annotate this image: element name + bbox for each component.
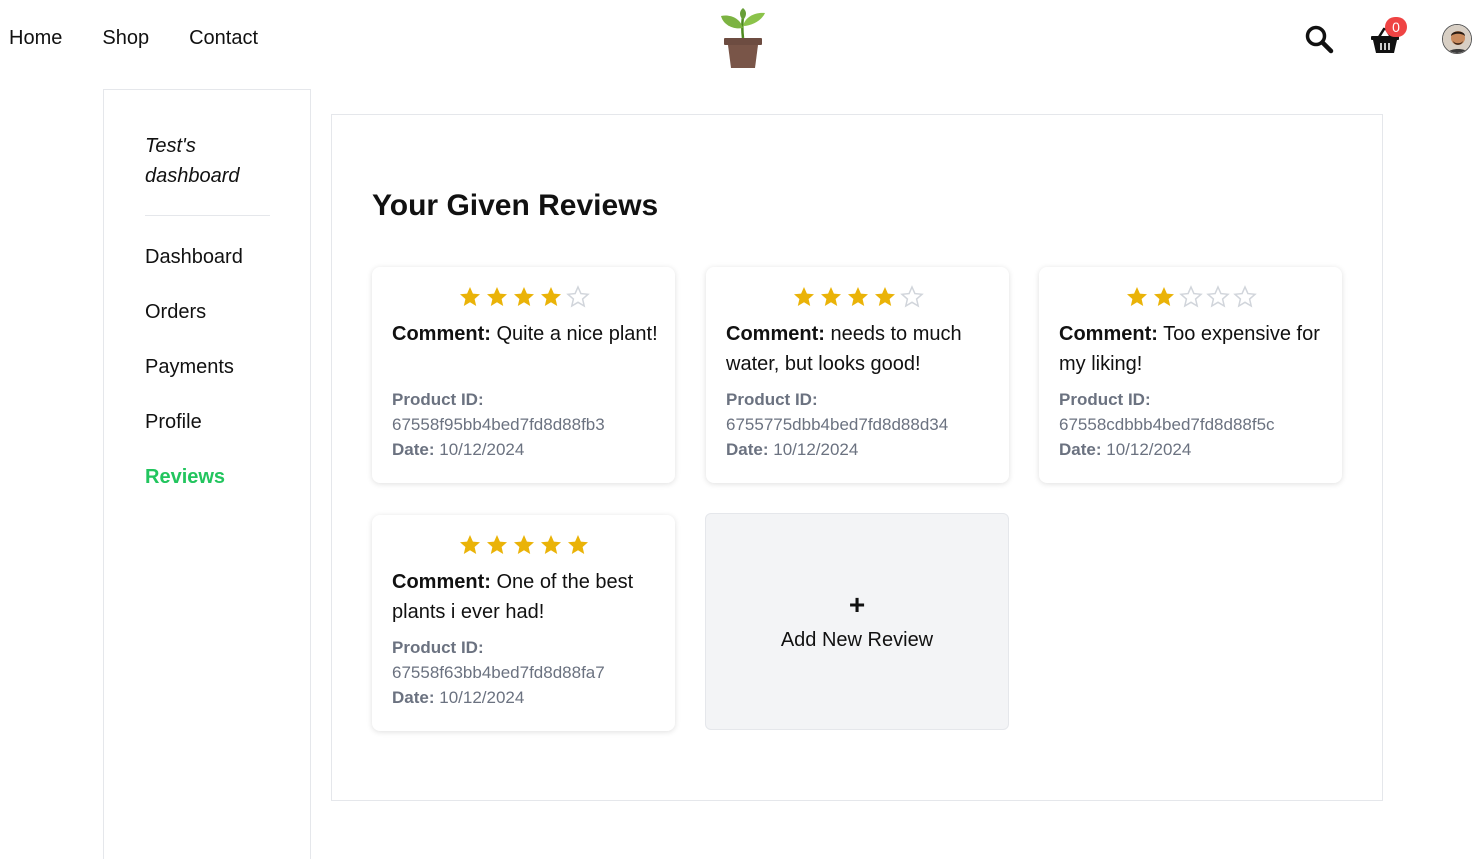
review-meta: Product ID: 6755775dbb4bed7fd8d88d34 Dat… xyxy=(726,387,948,462)
comment-label: Comment: xyxy=(1059,323,1158,345)
star-rating xyxy=(706,285,1009,309)
sidebar-item-dashboard[interactable]: Dashboard xyxy=(145,243,243,298)
nav-link-shop[interactable]: Shop xyxy=(102,27,149,50)
star-filled-icon xyxy=(540,535,561,554)
star-filled-icon xyxy=(486,287,507,306)
review-comment: Comment: Quite a nice plant! xyxy=(392,319,659,349)
star-filled-icon xyxy=(1126,287,1147,306)
product-id-value: 67558cdbbb4bed7fd8d88f5c xyxy=(1059,415,1275,434)
sidebar-item-orders[interactable]: Orders xyxy=(145,298,243,353)
date-value: 10/12/2024 xyxy=(439,688,525,707)
star-filled-icon xyxy=(513,535,534,554)
product-id-label: Product ID: xyxy=(1059,390,1151,409)
sidebar-title: Test's dashboard xyxy=(145,135,240,187)
star-rating xyxy=(372,533,675,557)
product-id-label: Product ID: xyxy=(726,390,818,409)
sidebar-menu: Dashboard Orders Payments Profile Review… xyxy=(145,243,243,518)
nav-link-home[interactable]: Home xyxy=(9,27,62,50)
review-meta: Product ID: 67558cdbbb4bed7fd8d88f5c Dat… xyxy=(1059,387,1275,462)
star-filled-icon xyxy=(1153,287,1174,306)
product-id-value: 67558f63bb4bed7fd8d88fa7 xyxy=(392,663,605,682)
dashboard-sidebar: Test's dashboard Dashboard Orders Paymen… xyxy=(103,89,311,859)
nav-link-contact[interactable]: Contact xyxy=(189,27,258,50)
review-card: Comment: Too expensive for my liking! Pr… xyxy=(1039,267,1342,483)
sidebar-item-profile[interactable]: Profile xyxy=(145,408,243,463)
star-filled-icon xyxy=(793,287,814,306)
star-empty-icon xyxy=(1205,285,1230,308)
avatar-icon xyxy=(1443,25,1471,53)
product-id-label: Product ID: xyxy=(392,638,484,657)
star-filled-icon xyxy=(459,287,480,306)
review-meta: Product ID: 67558f95bb4bed7fd8d88fb3 Dat… xyxy=(392,387,605,462)
star-filled-icon xyxy=(540,287,561,306)
star-filled-icon xyxy=(486,535,507,554)
product-id-value: 6755775dbb4bed7fd8d88d34 xyxy=(726,415,949,434)
review-card: Comment: One of the best plants i ever h… xyxy=(372,515,675,731)
star-filled-icon xyxy=(459,535,480,554)
date-label: Date: xyxy=(392,688,435,707)
date-value: 10/12/2024 xyxy=(773,440,859,459)
star-rating xyxy=(372,285,675,309)
star-filled-icon xyxy=(567,535,588,554)
sidebar-item-payments[interactable]: Payments xyxy=(145,353,243,408)
review-comment: Comment: One of the best plants i ever h… xyxy=(392,567,659,627)
add-review-button[interactable]: + Add New Review xyxy=(705,513,1009,730)
main-nav: Home Shop Contact xyxy=(9,27,258,50)
product-id-label: Product ID: xyxy=(392,390,484,409)
date-value: 10/12/2024 xyxy=(439,440,525,459)
plant-pot-icon[interactable] xyxy=(718,8,768,70)
sidebar-item-reviews[interactable]: Reviews xyxy=(145,463,243,518)
review-card: Comment: Quite a nice plant! Product ID:… xyxy=(372,267,675,483)
date-label: Date: xyxy=(392,440,435,459)
star-filled-icon xyxy=(820,287,841,306)
star-filled-icon xyxy=(513,287,534,306)
star-empty-icon xyxy=(899,285,924,308)
comment-label: Comment: xyxy=(726,323,825,345)
star-filled-icon xyxy=(874,287,895,306)
comment-label: Comment: xyxy=(392,323,491,345)
cart-count-badge: 0 xyxy=(1385,17,1407,37)
search-icon[interactable] xyxy=(1304,24,1334,54)
review-meta: Product ID: 67558f63bb4bed7fd8d88fa7 Dat… xyxy=(392,635,605,710)
review-comment: Comment: Too expensive for my liking! xyxy=(1059,319,1326,379)
top-navbar: Home Shop Contact 0 xyxy=(0,0,1482,80)
star-rating xyxy=(1039,285,1342,309)
page-title: Your Given Reviews xyxy=(372,189,659,222)
date-label: Date: xyxy=(1059,440,1102,459)
review-comment: Comment: needs to much water, but looks … xyxy=(726,319,993,379)
comment-text: Quite a nice plant! xyxy=(496,323,658,345)
star-empty-icon xyxy=(1232,285,1257,308)
product-id-value: 67558f95bb4bed7fd8d88fb3 xyxy=(392,415,605,434)
star-empty-icon xyxy=(565,285,590,308)
add-review-label: Add New Review xyxy=(780,629,934,651)
sidebar-divider xyxy=(145,215,270,216)
comment-label: Comment: xyxy=(392,571,491,593)
user-avatar[interactable] xyxy=(1442,24,1472,54)
star-filled-icon xyxy=(847,287,868,306)
date-value: 10/12/2024 xyxy=(1106,440,1192,459)
date-label: Date: xyxy=(726,440,769,459)
review-card: Comment: needs to much water, but looks … xyxy=(706,267,1009,483)
reviews-panel: Your Given Reviews Comment: Quite a nice… xyxy=(331,114,1383,801)
plus-icon: + xyxy=(848,589,866,620)
star-empty-icon xyxy=(1178,285,1203,308)
